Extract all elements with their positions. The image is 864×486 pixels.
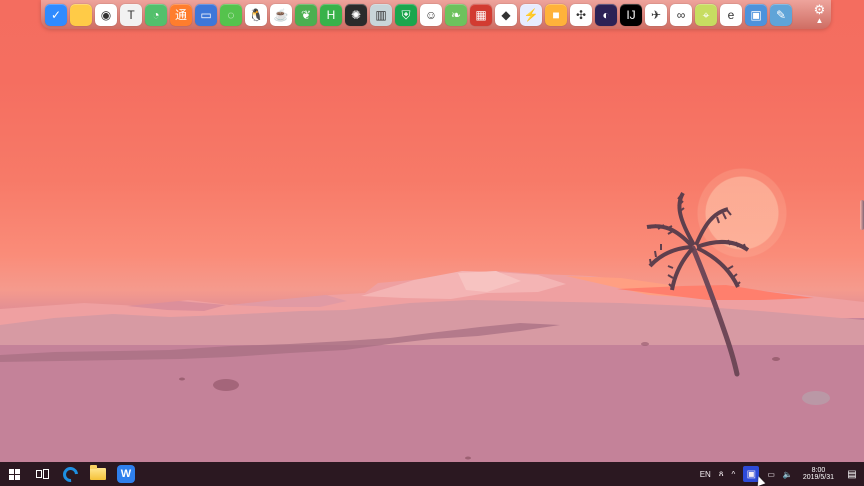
intellij-glyph: IJ [626, 7, 636, 22]
image-viewer-glyph: ▥ [375, 7, 387, 22]
eye-care-icon[interactable]: ◔ [145, 3, 167, 26]
spread-glyph: ✣ [575, 7, 587, 22]
intellij-icon[interactable]: IJ [620, 3, 642, 26]
desktop-wallpaper: ✓ ◉ T ◔ 通 ▭ ◌ 🐧 ☕ ❦ H ✺ ▥ ⛨ ☺ ❧ ▦ ◆ ⚡ ■ … [0, 0, 864, 486]
folder-icon[interactable] [70, 3, 92, 26]
chrome-icon[interactable]: ◉ [95, 3, 117, 26]
top-dock: ✓ ◉ T ◔ 通 ▭ ◌ 🐧 ☕ ❦ H ✺ ▥ ⛨ ☺ ❧ ▦ ◆ ⚡ ■ … [41, 0, 831, 29]
color-palette-icon[interactable]: ■ [545, 3, 567, 26]
hbuilder-glyph: H [326, 7, 336, 22]
wps-icon: W [117, 465, 135, 483]
clock[interactable]: 8:00 2019/5/31 [797, 467, 840, 482]
wps-button[interactable]: W [112, 462, 140, 486]
orange-app-glyph: 通 [174, 7, 187, 22]
cloud-app-glyph: ∞ [676, 7, 686, 22]
ie-glyph: e [727, 7, 735, 22]
diamond-app-icon[interactable]: ◆ [495, 3, 517, 26]
gear-icon[interactable]: ⚙ [812, 2, 827, 17]
dock-collapse-glyph: ▲ [815, 16, 824, 25]
network-icon: ▭ [767, 469, 775, 479]
edge-button[interactable] [56, 462, 84, 486]
orange-app-icon[interactable]: 通 [170, 3, 192, 26]
notification-icon: ▤ [847, 468, 857, 480]
task-view-button[interactable] [28, 462, 56, 486]
wechat-icon[interactable]: ◌ [220, 3, 242, 26]
map-glyph: ⌖ [702, 7, 710, 22]
coffee-icon[interactable]: ☕ [270, 3, 292, 26]
qq-icon[interactable]: 🐧 [245, 3, 267, 26]
color-palette-glyph: ■ [552, 7, 560, 22]
paper-plane-icon[interactable]: ✈ [645, 3, 667, 26]
hidden-icons-button[interactable]: ^ [728, 462, 740, 486]
wechat-glyph: ◌ [227, 7, 235, 22]
volume-icon: 🔈 [782, 469, 793, 479]
chevron-up-icon: ^ [731, 469, 736, 479]
edge-icon [59, 463, 81, 485]
monitor-icon[interactable]: ▭ [195, 3, 217, 26]
language-label: EN [699, 469, 711, 479]
shield-security-glyph: ✓ [50, 7, 62, 22]
clock-date: 2019/5/31 [802, 474, 834, 481]
paper-plane-glyph: ✈ [650, 7, 662, 22]
monitor-glyph: ▭ [200, 7, 212, 22]
network-button[interactable]: ▭ [763, 462, 779, 486]
map-icon[interactable]: ⌖ [695, 3, 717, 26]
eye-care-glyph: ◔ [152, 7, 160, 22]
notepad-glyph: ✎ [775, 7, 787, 22]
typora-icon[interactable]: T [120, 3, 142, 26]
coffee-glyph: ☕ [273, 7, 289, 22]
leaf-icon[interactable]: ❦ [295, 3, 317, 26]
desktop-glyph: ▣ [750, 7, 762, 22]
eclipse-glyph: ◐ [602, 7, 610, 22]
task-view-icon [35, 469, 49, 479]
flower-icon[interactable]: ✺ [345, 3, 367, 26]
eclipse-icon[interactable]: ◐ [595, 3, 617, 26]
green-shield-glyph: ⛨ [401, 7, 411, 22]
desert-landscape [0, 191, 864, 486]
qq-glyph: 🐧 [248, 7, 264, 22]
file-explorer-button[interactable] [84, 462, 112, 486]
person-tray-button[interactable]: ጸ [715, 462, 728, 486]
volume-button[interactable]: 🔈 [779, 462, 797, 486]
blue-lightning-glyph: ⚡ [523, 7, 539, 22]
taskbar: W EN ጸ ^ ▣ ▭ 🔈 8:00 2019/5/31 ▤ [0, 462, 864, 486]
hbuilder-icon[interactable]: H [320, 3, 342, 26]
flower-glyph: ✺ [350, 7, 362, 22]
person-icon: ጸ [718, 469, 724, 478]
blue-lightning-icon[interactable]: ⚡ [520, 3, 542, 26]
cloud-app-icon[interactable]: ∞ [670, 3, 692, 26]
desktop-icon[interactable]: ▣ [745, 3, 767, 26]
diamond-app-glyph: ◆ [501, 7, 511, 22]
chrome-glyph: ◉ [100, 7, 112, 22]
right-edge-handle[interactable] [860, 200, 864, 230]
start-button[interactable] [0, 462, 28, 486]
face-app-glyph: ☺ [424, 7, 438, 22]
spread-icon[interactable]: ✣ [570, 3, 592, 26]
taskbar-left: W [0, 462, 140, 486]
red-chart-icon[interactable]: ▦ [470, 3, 492, 26]
ie-icon[interactable]: e [720, 3, 742, 26]
system-tray: EN ጸ ^ ▣ ▭ 🔈 8:00 2019/5/31 ▤ [696, 462, 864, 486]
shield-security-icon[interactable]: ✓ [45, 3, 67, 26]
clock-time: 8:00 [811, 466, 826, 474]
face-app-icon[interactable]: ☺ [420, 3, 442, 26]
red-chart-glyph: ▦ [475, 7, 487, 22]
green-leaf-icon[interactable]: ❧ [445, 3, 467, 26]
notification-button[interactable]: ▤ [844, 466, 860, 482]
green-shield-icon[interactable]: ⛨ [395, 3, 417, 26]
notepad-icon[interactable]: ✎ [770, 3, 792, 26]
language-indicator[interactable]: EN [696, 462, 715, 486]
windows-icon [8, 468, 20, 480]
green-leaf-glyph: ❧ [450, 7, 462, 22]
typora-glyph: T [127, 7, 135, 22]
file-explorer-icon [90, 465, 106, 480]
dock-collapse-icon[interactable]: ▲ [815, 16, 824, 25]
leaf-glyph: ❦ [300, 7, 312, 22]
image-viewer-icon[interactable]: ▥ [370, 3, 392, 26]
